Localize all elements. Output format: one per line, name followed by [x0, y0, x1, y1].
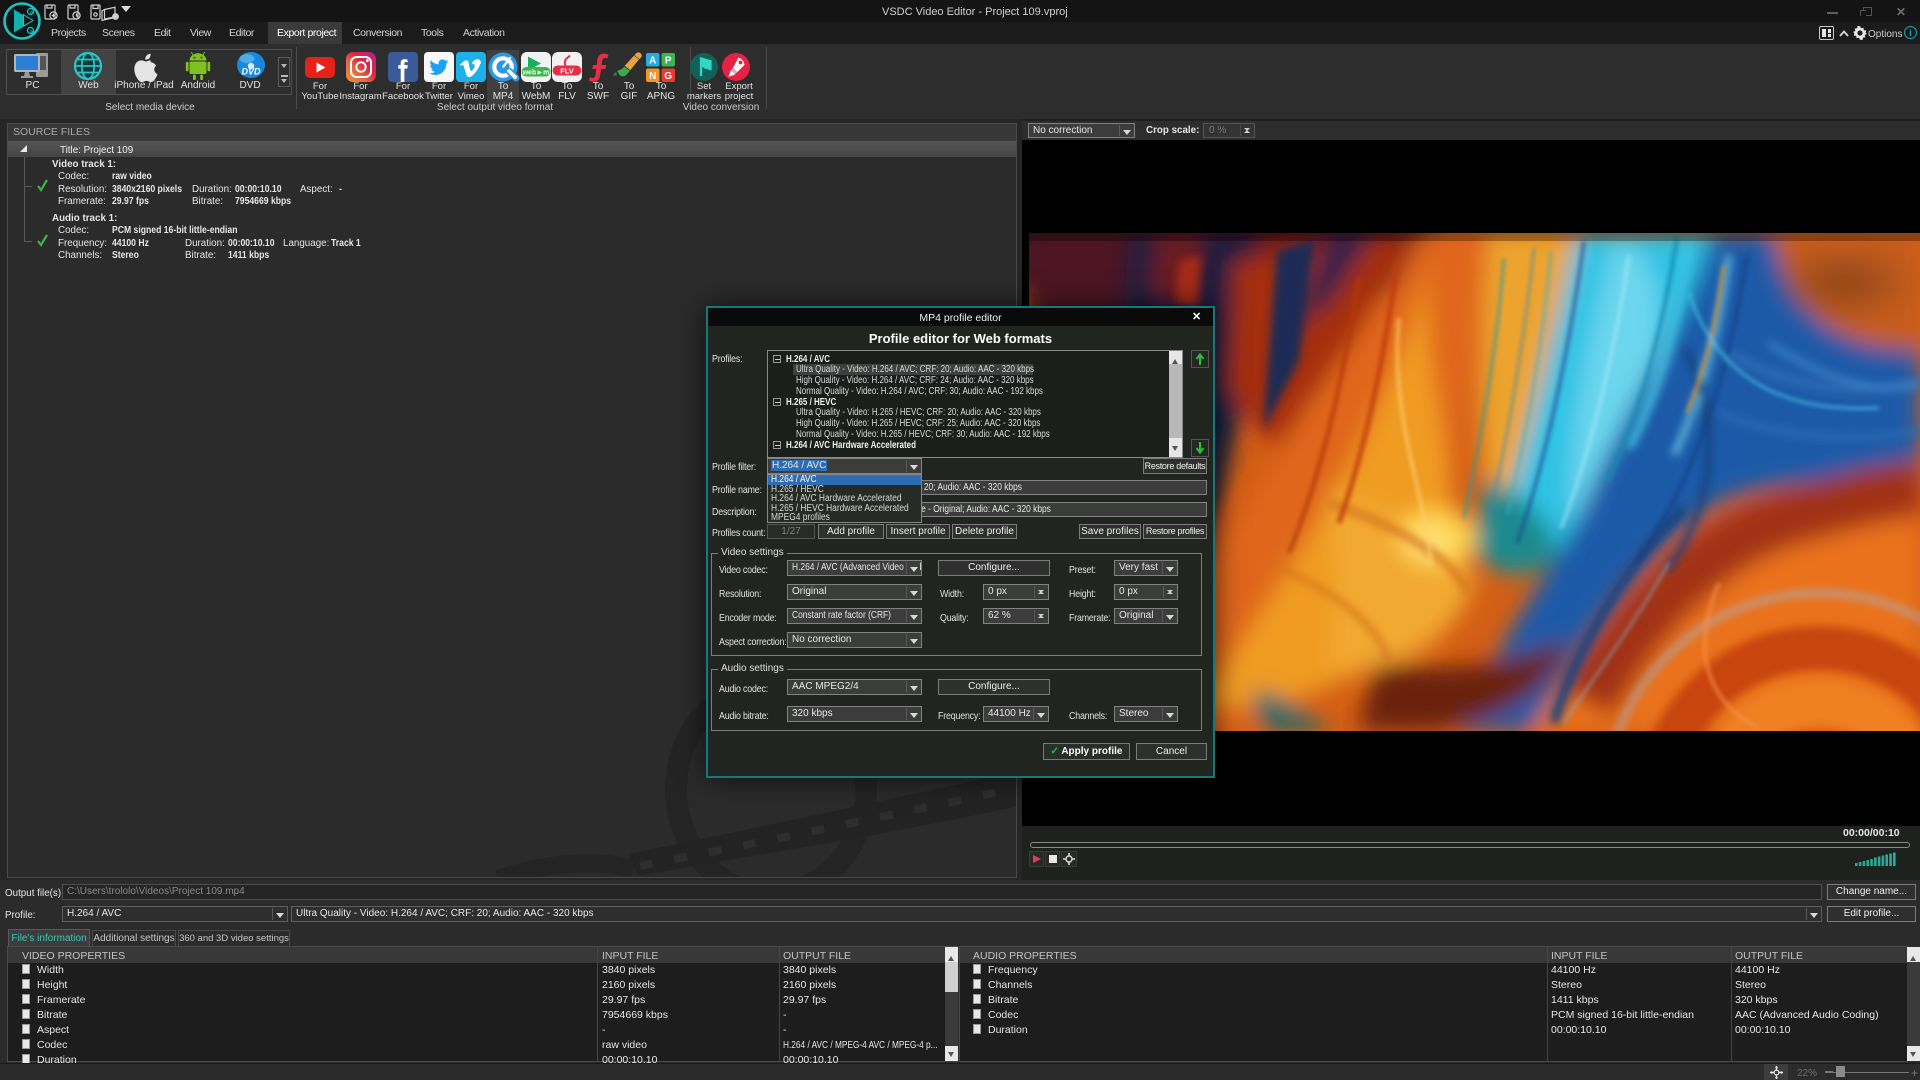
svg-text:A: A	[649, 56, 656, 67]
svg-text:DVD: DVD	[241, 67, 261, 77]
svg-text:FLV: FLV	[560, 66, 574, 75]
svg-text:P: P	[665, 56, 672, 67]
svg-text:web►m: web►m	[522, 69, 550, 76]
